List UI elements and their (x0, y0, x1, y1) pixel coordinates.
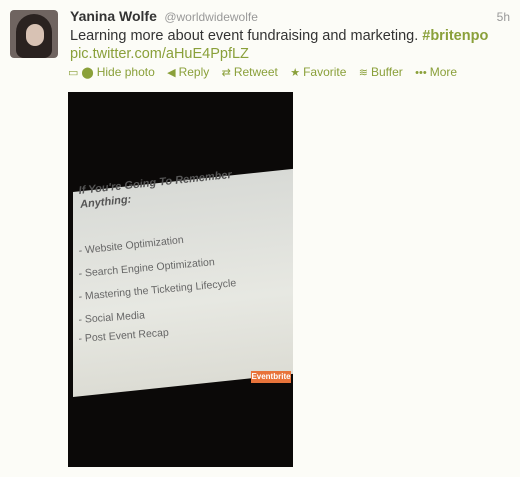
favorite-label: Favorite (303, 65, 347, 79)
tweet-text: Learning more about event fundraising an… (70, 27, 510, 63)
eventbrite-logo: Eventbrite (251, 371, 291, 383)
hide-photo-action[interactable]: ▭ ⬤ Hide photo (68, 65, 155, 79)
buffer-icon: ≋ (358, 67, 368, 79)
reply-label: Reply (178, 65, 210, 79)
tweet-body: Learning more about event fundraising an… (70, 28, 419, 44)
tweet-photo-link[interactable]: pic.twitter.com/aHuE4PpfLZ (70, 45, 510, 63)
star-icon: ★ (290, 67, 301, 79)
tweet-timestamp[interactable]: 5h (497, 10, 510, 24)
retweet-action[interactable]: ⇄ Retweet (222, 65, 278, 79)
reply-icon: ◀ (167, 67, 176, 79)
more-label: More (429, 65, 458, 79)
tweet-username[interactable]: @worldwidewolfe (164, 10, 258, 24)
avatar[interactable] (10, 10, 58, 58)
retweet-label: Retweet (233, 65, 278, 79)
favorite-action[interactable]: ★ Favorite (290, 65, 346, 79)
tweet-actions: ▭ ⬤ Hide photo ◀ Reply ⇄ Retweet ★ Favorite ≋… (68, 65, 466, 79)
location-pin-icon: ⬤ (81, 67, 94, 79)
buffer-label: Buffer (371, 65, 403, 79)
tweet-photo[interactable]: If You're Going To Remember Anything: - … (68, 92, 293, 467)
tweet-fullname[interactable]: Yanina Wolfe (70, 8, 157, 24)
tweet: Yanina Wolfe @worldwidewolfe 5h Learning… (0, 0, 520, 477)
more-action[interactable]: ••• More (415, 65, 457, 79)
retweet-icon: ⇄ (221, 67, 231, 79)
tweet-header: Yanina Wolfe @worldwidewolfe (70, 8, 258, 26)
buffer-action[interactable]: ≋ Buffer (359, 65, 403, 79)
tweet-hashtag[interactable]: #britenpo (422, 28, 488, 44)
hide-photo-label: Hide photo (96, 65, 155, 79)
avatar-face (26, 24, 44, 46)
photo-icon: ▭ (68, 67, 79, 79)
more-dots-icon: ••• (415, 67, 427, 79)
reply-action[interactable]: ◀ Reply (167, 65, 209, 79)
